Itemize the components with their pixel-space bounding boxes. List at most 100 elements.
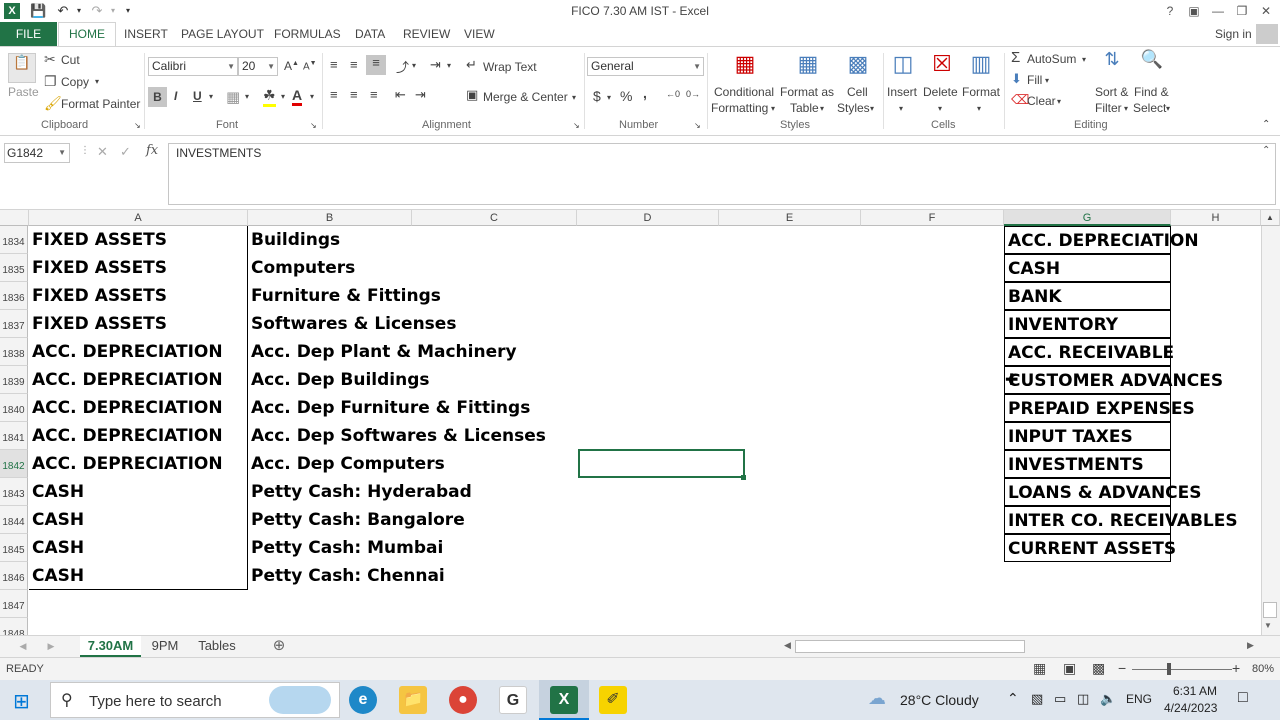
insert-function-button[interactable]: fx — [146, 143, 158, 158]
clock-date[interactable]: 4/24/2023 — [1164, 701, 1217, 715]
enter-icon[interactable]: ✓ — [120, 144, 131, 160]
grow-font-icon[interactable]: A▲ — [284, 59, 299, 73]
vertical-scrollbar[interactable] — [1261, 226, 1280, 635]
currency-dropdown-icon[interactable]: ▾ — [607, 93, 611, 102]
cell-a1840[interactable]: ACC. DEPRECIATION — [29, 394, 223, 422]
find-select-button[interactable]: Find & — [1134, 85, 1169, 99]
clock-time[interactable]: 6:31 AM — [1173, 684, 1217, 698]
cell-b1837[interactable]: Softwares & Licenses — [248, 310, 456, 338]
restore-icon[interactable]: ❐ — [1232, 2, 1252, 20]
decrease-indent-icon[interactable]: ⇤ — [395, 87, 406, 103]
windows-start-icon[interactable]: ⊞ — [13, 689, 30, 714]
cell-b1839[interactable]: Acc. Dep Buildings — [248, 366, 430, 394]
sign-in-link[interactable]: Sign in — [1215, 27, 1252, 41]
minimize-icon[interactable]: — — [1208, 2, 1228, 20]
row-header[interactable]: 1848 — [0, 618, 28, 635]
orientation-icon[interactable]: ⤴ — [396, 57, 409, 76]
cell-g1839[interactable]: CUSTOMER ADVANCES — [1004, 366, 1223, 394]
alignment-launcher-icon[interactable]: ↘ — [573, 121, 580, 130]
merge-dropdown-icon[interactable]: ▾ — [572, 93, 576, 102]
cell-g1845[interactable]: CURRENT ASSETS — [1004, 534, 1176, 562]
format-cells-button[interactable]: Format — [962, 85, 1000, 99]
cell-a1834[interactable]: FIXED ASSETS — [29, 226, 167, 254]
page-break-view-icon[interactable]: ▩ — [1092, 660, 1105, 677]
sort-filter-button[interactable]: Sort & — [1095, 85, 1128, 99]
zoom-slider[interactable] — [1132, 669, 1232, 670]
sheet-tab-730am[interactable]: 7.30AM — [80, 636, 141, 657]
sheet-scroll-left-icon[interactable]: ◀ — [18, 636, 28, 657]
row-header[interactable]: 1834 — [0, 226, 28, 254]
row-header[interactable]: 1847 — [0, 590, 28, 618]
insert-cells-button[interactable]: Insert — [887, 85, 917, 99]
indent-dropdown-icon[interactable]: ▾ — [447, 61, 451, 70]
delete-cells-button[interactable]: Delete — [923, 85, 958, 99]
comma-button[interactable]: , — [643, 85, 647, 101]
copy-dropdown-icon[interactable]: ▾ — [95, 77, 99, 86]
tab-review[interactable]: REVIEW — [403, 27, 450, 41]
cell-g1844[interactable]: INTER CO. RECEIVABLES — [1004, 506, 1238, 534]
weather-text[interactable]: 28°C Cloudy — [900, 692, 979, 708]
row-header[interactable]: 1840 — [0, 394, 28, 422]
tray-chevron-icon[interactable]: ⌃ — [1007, 690, 1019, 707]
sheet-tab-9pm[interactable]: 9PM — [146, 636, 184, 657]
sticky-notes-icon[interactable]: ✐ — [599, 686, 627, 714]
format-as-table-button[interactable]: Format as — [780, 85, 834, 99]
cell-a1838[interactable]: ACC. DEPRECIATION — [29, 338, 223, 366]
cell-styles-button-2[interactable]: Styles — [837, 101, 870, 115]
page-layout-view-icon[interactable]: ▣ — [1063, 660, 1076, 677]
borders-icon[interactable]: ▦ — [226, 88, 240, 106]
clear-dropdown-icon[interactable]: ▾ — [1057, 97, 1061, 106]
row-header[interactable]: 1845 — [0, 534, 28, 562]
battery-icon[interactable]: ▭ — [1054, 691, 1066, 707]
taskbar-search[interactable]: ⚲ Type here to search — [50, 682, 340, 718]
tab-home[interactable]: HOME — [58, 22, 116, 47]
row-header[interactable]: 1835 — [0, 254, 28, 282]
file-explorer-icon[interactable]: 📁 — [399, 686, 427, 714]
cell-b1840[interactable]: Acc. Dep Furniture & Fittings — [248, 394, 530, 422]
edge-icon[interactable]: e — [349, 686, 377, 714]
cell-a1839[interactable]: ACC. DEPRECIATION — [29, 366, 223, 394]
wrap-text-button[interactable]: Wrap Text — [483, 60, 537, 74]
cell-styles-button[interactable]: Cell — [847, 85, 868, 99]
align-right-icon[interactable]: ≡ — [370, 87, 378, 102]
sheet-scroll-right-icon[interactable]: ▶ — [46, 636, 56, 657]
cell-g1835[interactable]: CASH — [1004, 254, 1171, 282]
fill-handle[interactable] — [741, 475, 746, 480]
select-all-corner[interactable] — [0, 210, 29, 226]
find-select-button-2[interactable]: Select — [1133, 101, 1166, 115]
paste-icon[interactable]: 📋 — [8, 53, 36, 83]
underline-button[interactable]: U — [193, 89, 202, 103]
name-box[interactable]: G1842 ▼ — [4, 143, 70, 163]
bold-button[interactable]: B — [148, 87, 167, 107]
increase-decimal-icon[interactable]: ←0 — [666, 89, 680, 99]
font-color-dropdown-icon[interactable]: ▾ — [310, 92, 314, 101]
new-sheet-icon[interactable]: ⊕ — [270, 636, 288, 657]
column-header-e[interactable]: E — [719, 210, 861, 226]
cell-g1842[interactable]: INVESTMENTS — [1004, 450, 1171, 478]
close-icon[interactable]: ✕ — [1256, 2, 1276, 20]
cell-b1834[interactable]: Buildings — [248, 226, 340, 254]
volume-icon[interactable]: 🔈 — [1100, 691, 1116, 707]
app-g-icon[interactable]: G — [499, 686, 527, 714]
conditional-formatting-button[interactable]: Conditional — [714, 85, 774, 99]
align-bottom-icon[interactable]: ≡ — [366, 55, 386, 75]
zoom-out-icon[interactable]: − — [1118, 660, 1126, 676]
tab-data[interactable]: DATA — [355, 27, 385, 41]
row-header[interactable]: 1842 — [0, 450, 28, 478]
cell-b1842[interactable]: Acc. Dep Computers — [248, 450, 445, 478]
zoom-level[interactable]: 80% — [1252, 663, 1274, 675]
cell-b1841[interactable]: Acc. Dep Softwares & Licenses — [248, 422, 546, 450]
orientation-dropdown-icon[interactable]: ▾ — [412, 61, 416, 70]
row-header[interactable]: 1843 — [0, 478, 28, 506]
worksheet-grid[interactable]: A B C D E F G H ▲ 1834 1835 1836 1837 18… — [0, 210, 1280, 635]
tab-view[interactable]: VIEW — [464, 27, 495, 41]
row-header[interactable]: 1836 — [0, 282, 28, 310]
ribbon-display-icon[interactable]: ▣ — [1184, 2, 1204, 20]
column-header-h[interactable]: H — [1171, 210, 1261, 226]
tab-page-layout[interactable]: PAGE LAYOUT — [181, 27, 264, 41]
format-painter-button[interactable]: Format Painter — [61, 97, 140, 111]
row-header[interactable]: 1844 — [0, 506, 28, 534]
scroll-right-icon[interactable]: ▶ — [1247, 640, 1254, 651]
collapse-ribbon-icon[interactable]: ⌃ — [1262, 119, 1270, 130]
fill-dropdown-icon[interactable]: ▾ — [1045, 76, 1049, 85]
